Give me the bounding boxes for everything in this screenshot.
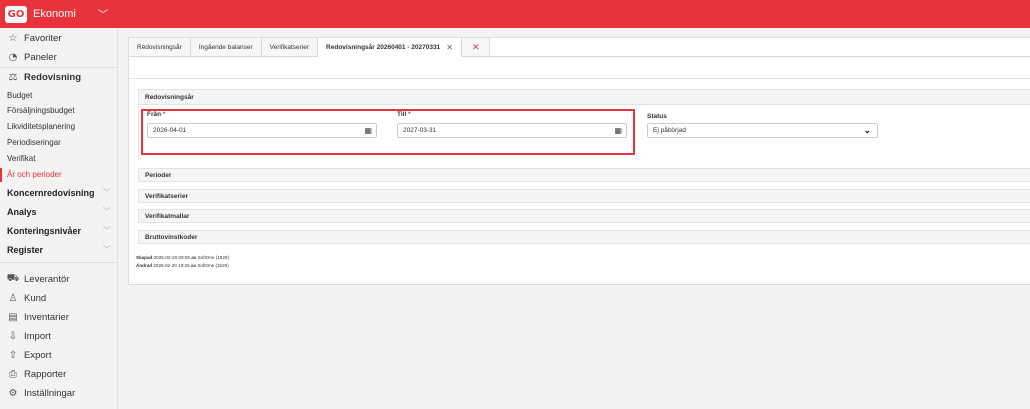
sidebar-item-label: Rapporter xyxy=(24,368,67,380)
changed-label: Ändrad xyxy=(136,263,153,268)
tab-accounting-year-detail[interactable]: Redovisningsår 20260401 - 20270331 ✕ xyxy=(318,38,462,57)
created-info: Skapad 2025-02-20 09:06 av SoftOne (1529… xyxy=(136,255,229,260)
section-header: Verifikatserier xyxy=(145,193,189,200)
top-bar: GO Ekonomi ﹀ xyxy=(0,0,1030,28)
chevron-down-icon: ﹀ xyxy=(103,226,111,235)
sidebar-subitem-sales-budget[interactable]: Försäljningsbudget xyxy=(7,104,75,118)
sidebar-subitem-vouchers[interactable]: Verifikat xyxy=(7,152,35,166)
export-icon: ⇧ xyxy=(8,349,18,361)
sidebar-subitem-years-periods[interactable]: År och perioder xyxy=(7,168,62,182)
changed-info: Ändrad 2025-02-20 10:26 av SoftOne (1529… xyxy=(136,263,229,268)
close-all-tabs-icon[interactable]: ✕ xyxy=(461,38,491,57)
sidebar-item-label: Inventarier xyxy=(24,311,69,323)
chevron-down-icon: ﹀ xyxy=(103,188,111,197)
status-label: Status xyxy=(647,113,667,120)
sidebar-item-customer[interactable]: ♙ Kund xyxy=(0,289,118,307)
sidebar-subitem-liquidity[interactable]: Likviditetsplanering xyxy=(7,120,75,134)
tab-bar: Redovisningsår Ingående balanser Verifik… xyxy=(129,38,491,57)
sidebar-subitem-budget[interactable]: Budget xyxy=(7,89,32,103)
gauge-icon: ◔ xyxy=(8,51,18,63)
chevron-down-icon[interactable]: ﹀ xyxy=(98,6,108,21)
changed-user: SoftOne (1529) xyxy=(197,263,229,268)
truck-icon: ⛟ xyxy=(6,272,20,284)
sidebar-item-panels[interactable]: ◔ Paneler xyxy=(0,48,118,66)
sidebar-group-label: Konteringsnivåer xyxy=(7,226,82,236)
tab-label: Redovisningsår 20260401 - 20270331 xyxy=(326,43,441,51)
tab-label: Redovisningsår xyxy=(137,43,182,51)
printer-icon: ⎙ xyxy=(9,368,17,380)
section-periods[interactable]: Perioder xyxy=(138,168,1030,182)
status-select[interactable]: Ej påbörjad ⌄ xyxy=(647,123,878,138)
tab-label: Verifikatserier xyxy=(269,43,310,51)
sidebar-item-label: Kund xyxy=(24,292,47,304)
sidebar-item-label: Export xyxy=(24,349,52,361)
scale-icon: ⚖ xyxy=(8,71,18,83)
close-tab-icon[interactable]: ✕ xyxy=(446,43,453,52)
app-switcher[interactable]: GO Ekonomi ﹀ xyxy=(0,0,118,28)
section-header[interactable]: Redovisningsår xyxy=(139,90,1030,105)
tab-opening-balances[interactable]: Ingående balanser xyxy=(190,38,262,57)
section-header: Verifikatmallar xyxy=(145,213,190,220)
created-value: 2025-02-20 09:06 xyxy=(153,255,190,260)
sidebar-item-label: Leverantör xyxy=(24,273,70,285)
sidebar-item-import[interactable]: ⇩ Import xyxy=(0,327,118,345)
sidebar-group-analysis[interactable]: Analys ﹀ xyxy=(7,204,111,220)
sidebar-group-dimensions[interactable]: Konteringsnivåer ﹀ xyxy=(7,223,111,239)
sidebar-item-supplier[interactable]: ⛟ Leverantör xyxy=(0,270,118,288)
gear-icon: ⚙ xyxy=(8,387,18,399)
chevron-down-icon: ﹀ xyxy=(103,245,111,254)
import-icon: ⇩ xyxy=(8,330,18,342)
sidebar-item-accounting[interactable]: ⚖ Redovisning xyxy=(0,68,118,86)
person-icon: ♙ xyxy=(8,292,18,304)
section-header: Bruttovinstkoder xyxy=(145,234,198,241)
divider xyxy=(129,78,1030,79)
section-voucher-series[interactable]: Verifikatserier xyxy=(138,189,1030,203)
tab-accounting-years[interactable]: Redovisningsår xyxy=(129,38,191,57)
sidebar-subitem-accruals[interactable]: Periodiseringar xyxy=(7,136,61,150)
section-voucher-templates[interactable]: Verifikatmallar xyxy=(138,209,1030,223)
sidebar-group-register[interactable]: Register ﹀ xyxy=(7,242,111,258)
sidebar-item-label: Import xyxy=(24,330,51,342)
created-user: SoftOne (1529) xyxy=(197,255,230,260)
sidebar: ☆ Favoriter ◔ Paneler ⚖ Redovisning Budg… xyxy=(0,28,118,409)
sidebar-item-label: Inställningar xyxy=(24,387,76,399)
app-name: Ekonomi xyxy=(33,8,76,20)
sidebar-group-consolidation[interactable]: Koncernredovisning ﹀ xyxy=(7,185,111,201)
status-value: Ej påbörjad xyxy=(653,127,686,134)
section-gross-profit-codes[interactable]: Bruttovinstkoder xyxy=(138,230,1030,244)
sidebar-item-label: Redovisning xyxy=(24,71,82,83)
sidebar-item-favorites[interactable]: ☆ Favoriter xyxy=(0,29,118,47)
sidebar-item-inventory[interactable]: ▤ Inventarier xyxy=(0,308,118,326)
chevron-down-icon: ⌄ xyxy=(863,125,871,135)
main-panel: Redovisningsår Ingående balanser Verifik… xyxy=(128,37,1030,285)
changed-value: 2025-02-20 10:26 xyxy=(153,263,190,268)
tab-label: Ingående balanser xyxy=(198,43,253,51)
sidebar-group-label: Koncernredovisning xyxy=(7,188,95,198)
tab-voucher-series[interactable]: Verifikatserier xyxy=(261,38,319,57)
sidebar-group-label: Analys xyxy=(7,207,37,217)
sidebar-item-export[interactable]: ⇧ Export xyxy=(0,346,118,364)
sidebar-item-reports[interactable]: ⎙ Rapporter xyxy=(0,365,118,383)
divider xyxy=(0,262,118,263)
sidebar-item-label: Favoriter xyxy=(24,32,62,44)
inventory-icon: ▤ xyxy=(8,311,18,323)
highlight-box xyxy=(141,109,635,155)
star-icon: ☆ xyxy=(8,32,18,44)
sidebar-item-settings[interactable]: ⚙ Inställningar xyxy=(0,384,118,402)
chevron-down-icon: ﹀ xyxy=(103,207,111,216)
go-logo: GO xyxy=(5,5,27,23)
active-indicator xyxy=(0,168,2,182)
by-label: av xyxy=(190,263,197,268)
sidebar-group-label: Register xyxy=(7,245,44,255)
sidebar-item-label: Paneler xyxy=(24,51,57,63)
section-header: Perioder xyxy=(145,172,172,179)
created-label: Skapad xyxy=(136,255,153,260)
by-label: av xyxy=(191,255,197,260)
